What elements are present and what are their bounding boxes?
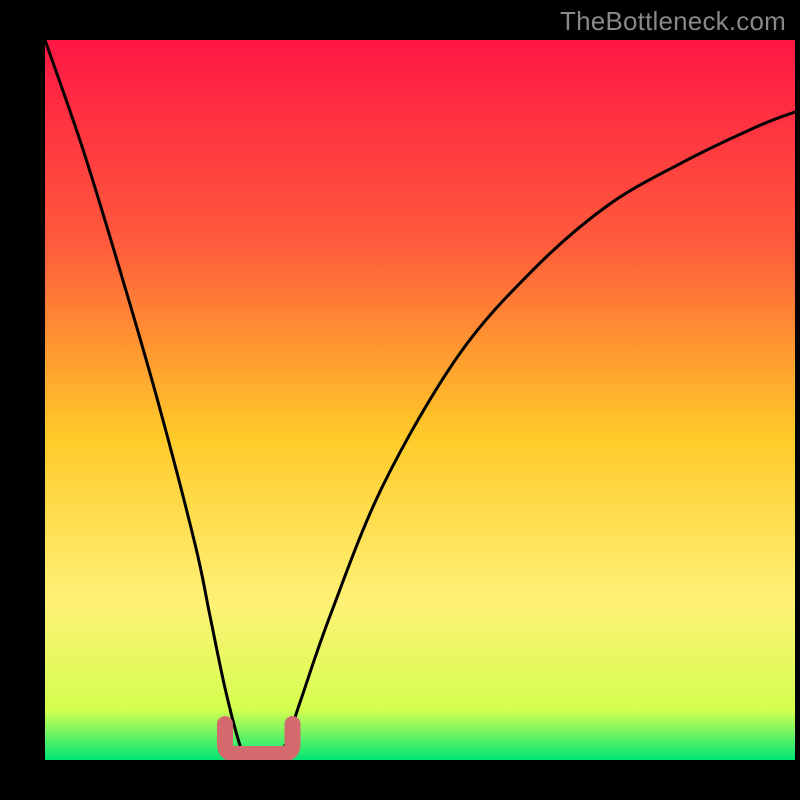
watermark-label: TheBottleneck.com [560, 6, 786, 37]
chart-frame: TheBottleneck.com [0, 0, 800, 800]
bottleneck-chart [0, 0, 800, 800]
